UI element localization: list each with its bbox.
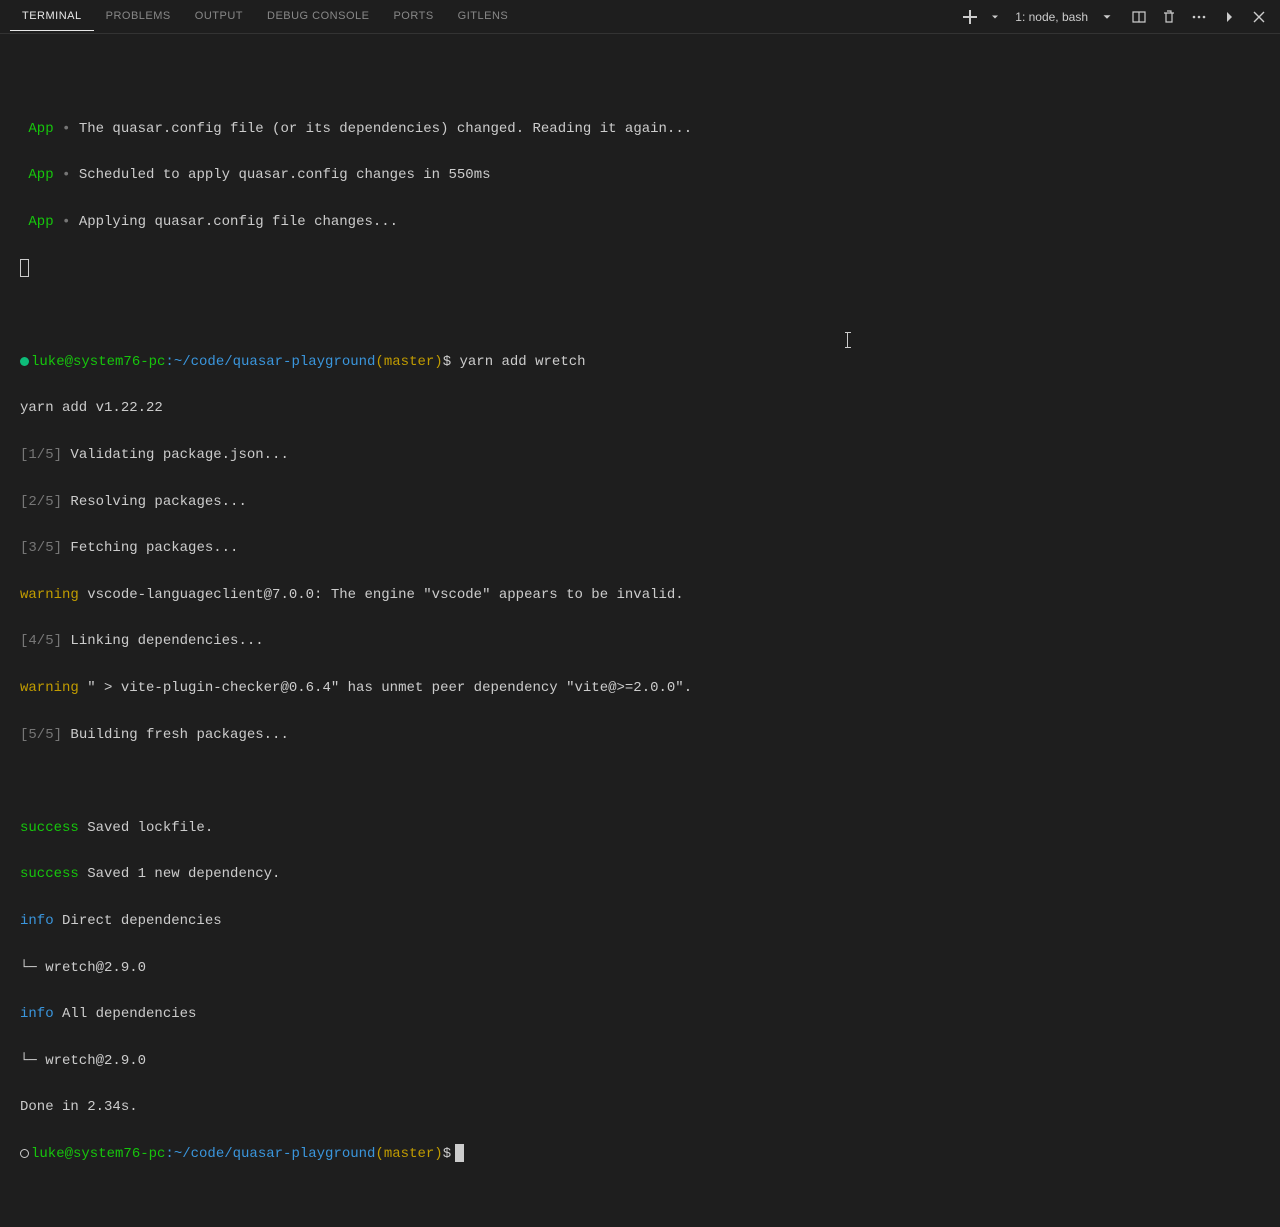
terminal-prompt-line: luke@system76-pc:~/code/quasar-playgroun… bbox=[20, 351, 1260, 374]
ellipsis-icon bbox=[1191, 9, 1207, 25]
terminal-line: App • Scheduled to apply quasar.config c… bbox=[20, 164, 1260, 187]
terminal-line: warning vscode-languageclient@7.0.0: The… bbox=[20, 584, 1260, 607]
text-cursor-icon bbox=[847, 332, 848, 348]
panel-actions: 1: node, bash bbox=[959, 6, 1270, 28]
terminal-line: info Direct dependencies bbox=[20, 910, 1260, 933]
tab-gitlens[interactable]: GITLENS bbox=[446, 2, 521, 31]
terminal-line: [4/5] Linking dependencies... bbox=[20, 630, 1260, 653]
kill-terminal-button[interactable] bbox=[1158, 6, 1180, 28]
split-horizontal-icon bbox=[1131, 9, 1147, 25]
terminal-line: [5/5] Building fresh packages... bbox=[20, 724, 1260, 747]
terminal-line: └─ wretch@2.9.0 bbox=[20, 1050, 1260, 1073]
terminal-line: └─ wretch@2.9.0 bbox=[20, 957, 1260, 980]
panel-tabs: TERMINAL PROBLEMS OUTPUT DEBUG CONSOLE P… bbox=[10, 2, 959, 31]
chevron-down-icon bbox=[989, 9, 1001, 25]
tab-output[interactable]: OUTPUT bbox=[183, 2, 255, 31]
terminal-line: [1/5] Validating package.json... bbox=[20, 444, 1260, 467]
terminal-cursor bbox=[455, 1144, 464, 1162]
terminal-line: [2/5] Resolving packages... bbox=[20, 491, 1260, 514]
tab-problems[interactable]: PROBLEMS bbox=[94, 2, 183, 31]
prompt-status-dot bbox=[20, 1149, 29, 1158]
chevron-right-icon bbox=[1221, 9, 1237, 25]
tab-ports[interactable]: PORTS bbox=[381, 2, 445, 31]
trash-icon bbox=[1161, 9, 1177, 25]
new-terminal-dropdown[interactable] bbox=[989, 6, 1001, 28]
terminal-line: yarn add v1.22.22 bbox=[20, 397, 1260, 420]
terminal-line bbox=[20, 258, 1260, 281]
prompt-status-dot bbox=[20, 357, 29, 366]
terminal-line: info All dependencies bbox=[20, 1003, 1260, 1026]
terminal-line: Done in 2.34s. bbox=[20, 1096, 1260, 1119]
terminal-selector-label: 1: node, bash bbox=[1015, 10, 1088, 24]
terminal-line: App • The quasar.config file (or its dep… bbox=[20, 118, 1260, 141]
chevron-down-icon bbox=[1100, 10, 1114, 24]
tab-debug-console[interactable]: DEBUG CONSOLE bbox=[255, 2, 381, 31]
terminal-line bbox=[20, 304, 1260, 327]
plus-icon bbox=[962, 9, 978, 25]
terminal-line: App • Applying quasar.config file change… bbox=[20, 211, 1260, 234]
close-icon bbox=[1251, 9, 1267, 25]
split-terminal-button[interactable] bbox=[1128, 6, 1150, 28]
panel-header: TERMINAL PROBLEMS OUTPUT DEBUG CONSOLE P… bbox=[0, 0, 1280, 34]
more-actions-button[interactable] bbox=[1188, 6, 1210, 28]
terminal-line: success Saved lockfile. bbox=[20, 817, 1260, 840]
terminal-prompt-line: luke@system76-pc:~/code/quasar-playgroun… bbox=[20, 1143, 1260, 1166]
tab-terminal[interactable]: TERMINAL bbox=[10, 2, 94, 31]
maximize-panel-button[interactable] bbox=[1218, 6, 1240, 28]
terminal-line: [3/5] Fetching packages... bbox=[20, 537, 1260, 560]
new-terminal-button[interactable] bbox=[959, 6, 981, 28]
terminal-line bbox=[20, 770, 1260, 793]
terminal-selector[interactable]: 1: node, bash bbox=[1009, 8, 1120, 26]
close-panel-button[interactable] bbox=[1248, 6, 1270, 28]
terminal-content[interactable]: App • The quasar.config file (or its dep… bbox=[0, 34, 1280, 1227]
terminal-line: warning " > vite-plugin-checker@0.6.4" h… bbox=[20, 677, 1260, 700]
terminal-line bbox=[20, 71, 1260, 94]
terminal-line: success Saved 1 new dependency. bbox=[20, 863, 1260, 886]
inactive-cursor bbox=[20, 259, 29, 277]
